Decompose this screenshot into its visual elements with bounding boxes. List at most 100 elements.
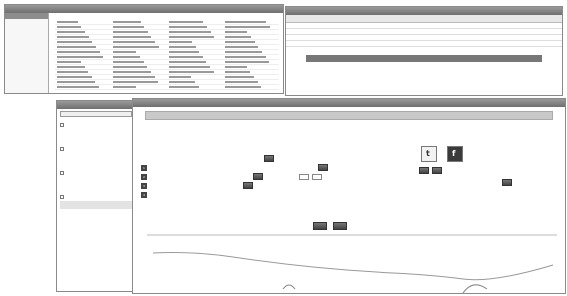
- step-row: 2: [141, 172, 411, 181]
- step-button[interactable]: [264, 155, 274, 162]
- expand-toggle-icon[interactable]: [60, 171, 64, 175]
- right-sub-button[interactable]: [502, 179, 512, 186]
- back-window-right: [285, 6, 563, 96]
- cell-text: [113, 61, 144, 63]
- cell-text: [113, 51, 137, 53]
- cell-text: [57, 41, 93, 43]
- cell-text: [169, 66, 211, 68]
- cell-text: [57, 51, 100, 53]
- twitter-icon[interactable]: t: [421, 146, 437, 162]
- ok-button[interactable]: [313, 222, 327, 230]
- cell-text: [169, 51, 200, 53]
- step-row: 4: [141, 190, 411, 199]
- back-sidebar-item[interactable]: [5, 47, 48, 54]
- cell-text: [169, 56, 203, 58]
- back-sidebar-item[interactable]: [5, 33, 48, 40]
- cell-text: [225, 86, 262, 88]
- back-sidebar-item[interactable]: [5, 26, 48, 33]
- cell-text: [113, 76, 155, 78]
- cell-text: [57, 56, 104, 58]
- timeline-track: [152, 252, 554, 281]
- cell-text: [57, 66, 85, 68]
- timeline-mark: [462, 284, 488, 293]
- back-window-right-rows: [286, 23, 562, 47]
- cell-text: [113, 71, 151, 73]
- table-cell: [223, 84, 279, 90]
- notice-banner: [145, 111, 553, 120]
- back-window-grid: [55, 19, 279, 90]
- cell-text: [169, 76, 192, 78]
- facebook-connect-button[interactable]: [432, 167, 442, 174]
- step-number: 1: [141, 164, 147, 171]
- cell-text: [113, 46, 159, 48]
- facebook-icon[interactable]: f: [447, 146, 463, 162]
- step-button[interactable]: [243, 182, 253, 189]
- cell-text: [113, 86, 136, 88]
- value-stepper[interactable]: [299, 173, 309, 180]
- cell-text: [225, 46, 259, 48]
- table-row[interactable]: [55, 84, 279, 90]
- step-number: 2: [141, 173, 147, 180]
- cell-text: [57, 71, 89, 73]
- expand-toggle-icon[interactable]: [60, 147, 64, 151]
- table-cell: [167, 84, 223, 90]
- tree-node[interactable]: [60, 161, 132, 169]
- cell-text: [225, 56, 266, 58]
- step-button[interactable]: [318, 164, 328, 171]
- expand-toggle-icon[interactable]: [60, 123, 64, 127]
- cell-text: [225, 41, 255, 43]
- expand-toggle-icon[interactable]: [60, 195, 64, 199]
- cell-text: [225, 71, 251, 73]
- social-button-row: [419, 166, 559, 175]
- back-sidebar-item[interactable]: [5, 54, 48, 61]
- right-sub-row: [419, 178, 559, 187]
- cell-text: [169, 20, 204, 23]
- step-row: 1: [141, 163, 411, 172]
- tree-node[interactable]: [60, 201, 132, 209]
- tree-selector-dropdown[interactable]: [60, 111, 132, 117]
- tree-node[interactable]: [60, 137, 132, 145]
- cell-text: [225, 66, 247, 68]
- cell-text: [225, 51, 262, 53]
- twitter-connect-button[interactable]: [419, 167, 429, 174]
- cancel-button[interactable]: [333, 222, 347, 230]
- list-item[interactable]: [286, 41, 562, 47]
- back-sidebar-item[interactable]: [5, 40, 48, 47]
- selected-row[interactable]: [306, 55, 542, 62]
- step-number: 4: [141, 191, 147, 198]
- step-row: [141, 154, 411, 163]
- table-cell: [111, 84, 167, 90]
- cell-text: [57, 46, 96, 48]
- cell-text: [113, 81, 159, 83]
- cell-text: [113, 31, 148, 33]
- tree-node[interactable]: [60, 177, 132, 185]
- cell-text: [57, 86, 100, 88]
- cell-text: [57, 36, 89, 38]
- step-row: [141, 145, 411, 154]
- tree-node[interactable]: [60, 145, 132, 153]
- tree-node[interactable]: [60, 121, 132, 129]
- cell-text: [169, 36, 215, 38]
- cell-text: [57, 81, 96, 83]
- cell-text: [169, 46, 196, 48]
- right-column: t f: [419, 143, 559, 187]
- tree-node[interactable]: [60, 185, 132, 193]
- cell-text: [169, 41, 192, 43]
- cell-text: [169, 86, 199, 88]
- tree-view: [57, 119, 135, 219]
- back-window-right-toolbar: [286, 15, 562, 23]
- tree-node[interactable]: [60, 169, 132, 177]
- step-number: 3: [141, 182, 147, 189]
- step-button[interactable]: [253, 173, 263, 180]
- tree-node[interactable]: [60, 153, 132, 161]
- cell-text: [57, 76, 92, 78]
- tree-node[interactable]: [60, 193, 132, 201]
- cell-text: [169, 31, 211, 33]
- tree-node[interactable]: [60, 129, 132, 137]
- tree-node[interactable]: [60, 209, 132, 217]
- back-window-left: [4, 4, 284, 94]
- back-sidebar-item[interactable]: [5, 19, 48, 26]
- cell-text: [57, 26, 82, 28]
- value-stepper[interactable]: [312, 173, 322, 180]
- cell-text: [169, 61, 207, 63]
